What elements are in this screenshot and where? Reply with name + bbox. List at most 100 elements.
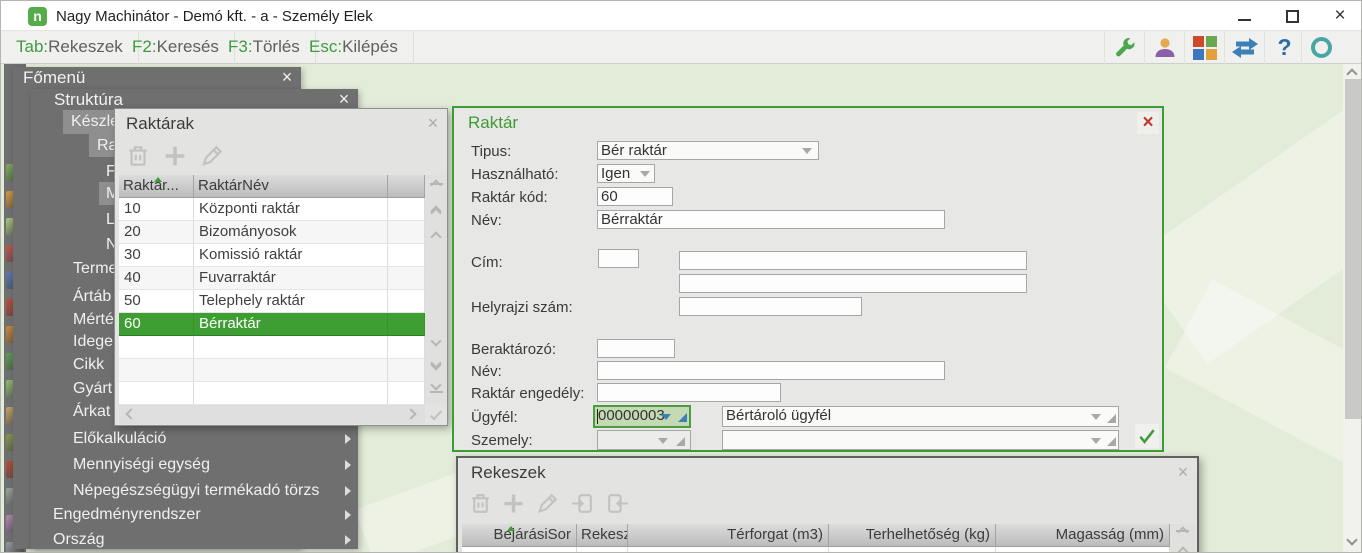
cell-empty[interactable] [388, 198, 425, 221]
transfer-button[interactable] [1224, 31, 1264, 64]
app-vertical-scrollbar[interactable] [1343, 64, 1361, 552]
nev-input[interactable]: Bérraktár [597, 210, 945, 229]
table-row[interactable]: 20 Bizományosok [119, 221, 425, 244]
cell-raktarnev[interactable]: Központi raktár [194, 198, 388, 221]
column-header-bejarasisor[interactable]: BejárásiSor [462, 524, 577, 547]
cell-empty[interactable] [388, 267, 425, 290]
user-button[interactable] [1144, 31, 1184, 64]
table-vertical-scrollbar[interactable] [425, 175, 447, 405]
cell-raktarnev[interactable]: Bizományosok [194, 221, 388, 244]
menu-item-termek[interactable]: Terme [73, 260, 117, 278]
raktar-engedely-input[interactable] [597, 383, 781, 402]
circle-button[interactable] [1301, 31, 1341, 64]
scroll-pageup-icon[interactable] [1176, 546, 1189, 552]
table-row-empty[interactable] [119, 359, 425, 382]
cell-raktarkod[interactable]: 20 [119, 221, 194, 244]
menu-item-mennyisegi-egyseg[interactable]: Mennyiségi egység [73, 456, 210, 474]
scroll-top-icon[interactable] [430, 179, 442, 191]
cell-raktarnev[interactable]: Telephely raktár [194, 290, 388, 313]
edit-button[interactable] [199, 143, 225, 169]
lookup-grip-icon[interactable] [1107, 414, 1116, 423]
cim-sor1-input[interactable] [679, 251, 1027, 270]
table-row[interactable]: 30 Komissió raktár [119, 244, 425, 267]
column-header-terhelhetoseg[interactable]: Terhelhetőség (kg) [829, 524, 996, 547]
beraktarozo-nev-input[interactable] [597, 361, 945, 380]
menu-item-orszag[interactable]: Ország [53, 531, 105, 549]
iranyitoszam-input[interactable] [598, 249, 639, 268]
menu-item-engedmenyrendszer[interactable]: Engedményrendszer [53, 506, 201, 524]
helyrajzi-szam-input[interactable] [679, 297, 862, 316]
szemely-nev-combo[interactable] [722, 430, 1119, 450]
cell-empty[interactable] [388, 221, 425, 244]
cell-empty[interactable] [388, 313, 425, 336]
add-button[interactable] [500, 490, 527, 517]
struktura-close-icon[interactable]: × [334, 89, 354, 110]
scroll-left-icon[interactable] [125, 408, 137, 420]
table-row-empty[interactable] [462, 547, 1170, 552]
chevron-down-icon[interactable] [1091, 414, 1101, 420]
table-row[interactable]: 10 Központi raktár [119, 198, 425, 221]
raktarak-close-icon[interactable]: × [423, 113, 443, 134]
menu-item-artabla[interactable]: Ártáb [73, 288, 111, 306]
column-header-empty[interactable] [388, 175, 425, 198]
tipus-select[interactable]: Bér raktár [597, 141, 819, 160]
delete-button[interactable] [125, 143, 151, 169]
szemely-kod-combo[interactable] [597, 430, 691, 450]
cell-raktarkod[interactable]: 10 [119, 198, 194, 221]
raktar-close-icon[interactable]: × [1137, 112, 1159, 134]
table-row-selected[interactable]: 60 Bérraktár [119, 313, 425, 336]
table-row-empty[interactable] [119, 336, 425, 359]
table-horizontal-scrollbar[interactable] [119, 405, 425, 424]
column-header-rekesz[interactable]: Rekesz... [577, 524, 628, 547]
beraktarozo-input[interactable] [597, 339, 675, 358]
settings-wrench-button[interactable] [1104, 31, 1144, 64]
scrollbar-thumb[interactable] [1345, 79, 1361, 419]
chevron-down-icon[interactable] [658, 438, 668, 444]
ugyfel-kod-combo[interactable]: 00000003 [593, 405, 691, 428]
rekeszek-close-icon[interactable]: × [1173, 462, 1193, 483]
close-button[interactable]: × [1325, 5, 1355, 27]
maximize-button[interactable] [1277, 5, 1307, 27]
edit-button[interactable] [535, 491, 560, 516]
menu-item-nepegeszsegugyi[interactable]: Népegészségügyi termékadó törzs [73, 482, 319, 500]
menu-item-mertek[interactable]: Mérté [73, 311, 114, 329]
scroll-top-icon[interactable] [1176, 526, 1189, 538]
chevron-down-icon[interactable] [640, 171, 650, 177]
scroll-bottom-icon[interactable] [430, 379, 442, 391]
table-row[interactable]: 50 Telephely raktár [119, 290, 425, 313]
table-vertical-scrollbar[interactable] [1170, 524, 1195, 552]
column-header-raktarnev[interactable]: RaktárNév [194, 175, 388, 198]
cell-raktarnev[interactable]: Komissió raktár [194, 244, 388, 267]
add-button[interactable] [161, 142, 189, 170]
lookup-grip-icon[interactable] [678, 413, 687, 422]
menu-item-elokalkulacio[interactable]: Előkalkuláció [73, 430, 166, 448]
column-header-magassag[interactable]: Magasság (mm) [996, 524, 1170, 547]
lookup-grip-icon[interactable] [676, 437, 685, 446]
cell-empty[interactable] [388, 290, 425, 313]
chevron-down-icon[interactable] [661, 414, 671, 420]
cell-raktarkod[interactable]: 30 [119, 244, 194, 267]
cim-sor2-input[interactable] [679, 274, 1027, 293]
scroll-up-icon[interactable] [430, 231, 442, 243]
help-button[interactable]: ? [1264, 31, 1304, 64]
cell-raktarkod[interactable]: 60 [119, 313, 194, 336]
delete-button[interactable] [468, 491, 493, 516]
modules-button[interactable] [1184, 31, 1224, 64]
cell-raktarnev[interactable]: Bérraktár [194, 313, 388, 336]
confirm-button[interactable] [1135, 424, 1159, 448]
table-row-empty[interactable] [119, 382, 425, 405]
tree-item-keszlet[interactable]: Készle [71, 113, 119, 131]
menu-item-gyarto[interactable]: Gyárt [73, 380, 112, 398]
menu-item-cikk[interactable]: Cikk [73, 356, 104, 374]
menubar-item-kilepes[interactable]: Esc:Kilépés [294, 31, 414, 64]
cell-raktarkod[interactable]: 50 [119, 290, 194, 313]
cell-empty[interactable] [388, 244, 425, 267]
import-button[interactable] [570, 491, 595, 516]
scroll-up-icon[interactable] [1346, 68, 1358, 80]
export-button[interactable] [605, 491, 630, 516]
chevron-down-icon[interactable] [1091, 438, 1101, 444]
table-row[interactable]: 40 Fuvarraktár [119, 267, 425, 290]
chevron-down-icon[interactable] [802, 148, 812, 154]
minimize-button[interactable] [1229, 5, 1259, 27]
scroll-down-icon[interactable] [430, 335, 442, 347]
